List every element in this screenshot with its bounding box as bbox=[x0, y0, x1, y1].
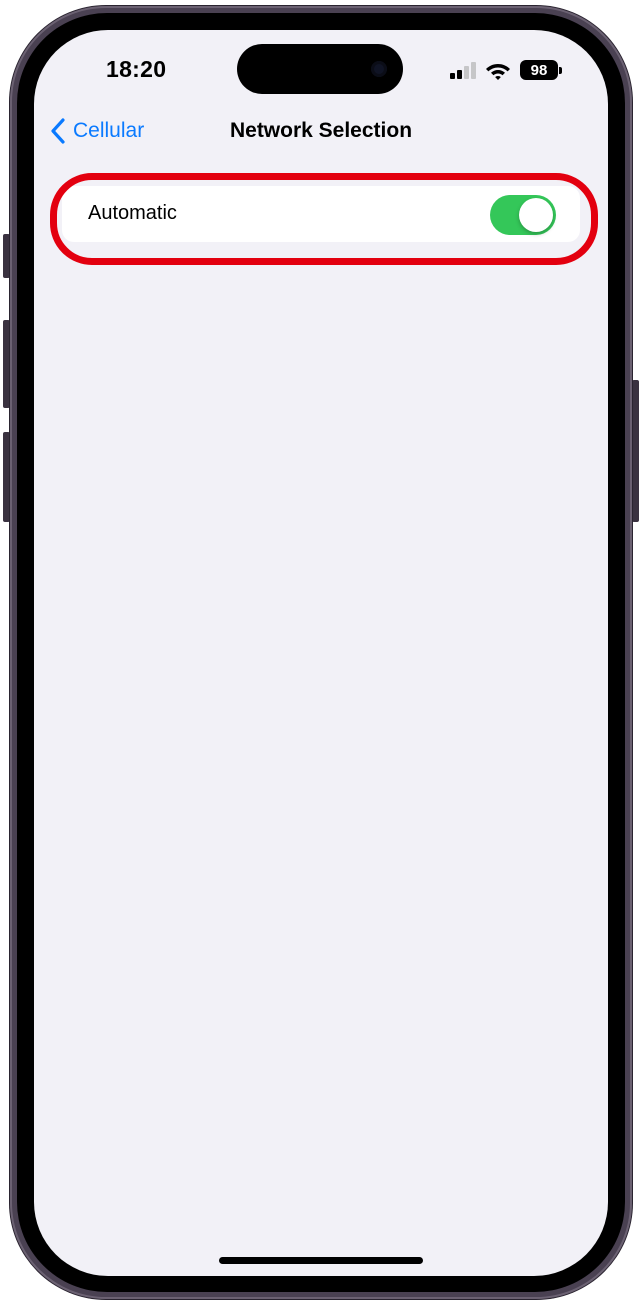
volume-up-button bbox=[3, 320, 10, 408]
wifi-icon bbox=[486, 63, 510, 80]
page-title: Network Selection bbox=[229, 119, 413, 142]
phone-screen: 18:20 98 Cellular Network Selection Auto… bbox=[34, 30, 608, 1276]
cellular-signal-icon bbox=[450, 61, 476, 79]
battery-icon: 98 bbox=[520, 60, 562, 80]
status-time: 18:20 bbox=[106, 56, 167, 82]
highlight-annotation bbox=[50, 173, 598, 265]
action-button bbox=[3, 234, 10, 278]
status-icons: 98 bbox=[450, 58, 562, 82]
front-camera bbox=[371, 61, 387, 77]
dynamic-island bbox=[237, 44, 403, 94]
volume-down-button bbox=[3, 432, 10, 522]
power-button bbox=[632, 380, 639, 522]
home-indicator[interactable] bbox=[219, 1257, 423, 1264]
battery-level: 98 bbox=[520, 60, 558, 80]
